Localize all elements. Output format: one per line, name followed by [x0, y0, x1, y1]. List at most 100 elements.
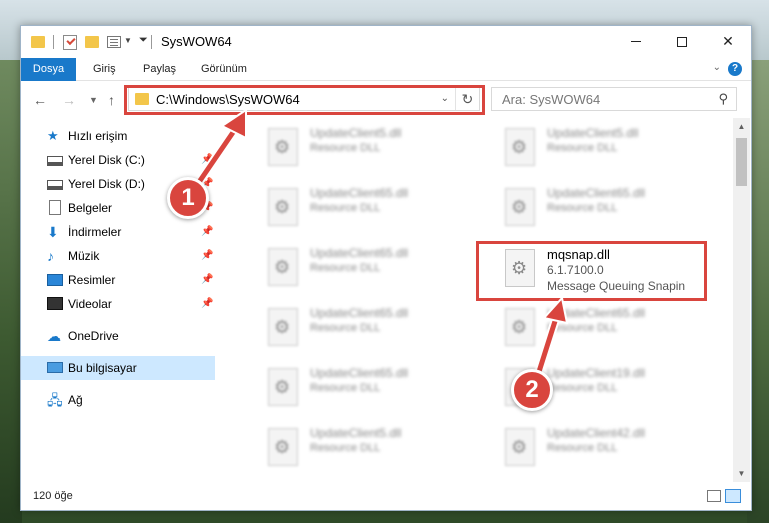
address-highlight-box: [124, 85, 485, 115]
file-tile[interactable]: UpdateClient42.dll Resource DLL: [505, 424, 735, 476]
scroll-down-arrow-icon[interactable]: ▼: [733, 465, 750, 482]
maximize-button[interactable]: [659, 26, 705, 57]
sidebar-item-label: OneDrive: [68, 329, 119, 343]
sidebar-item-videos[interactable]: Videolar 📌: [21, 292, 215, 316]
file-tile[interactable]: UpdateClient65.dll Resource DLL: [505, 184, 735, 236]
properties-check-icon[interactable]: [63, 35, 77, 50]
minimize-icon: [631, 41, 641, 42]
file-description: Resource DLL: [547, 202, 618, 214]
file-name: UpdateClient42.dll: [547, 426, 646, 440]
pictures-icon: [47, 274, 63, 286]
dll-file-icon: [268, 128, 298, 166]
file-name: UpdateClient19.dll: [547, 366, 646, 380]
pin-icon: 📌: [201, 226, 214, 237]
up-arrow-icon[interactable]: ↑: [108, 92, 115, 108]
search-input[interactable]: Ara: SysWOW64: [502, 92, 600, 107]
desktop-background-left: [0, 60, 22, 523]
title-bar: ▼ ⏷ SysWOW64 ✕: [21, 26, 751, 58]
file-description: Resource DLL: [547, 382, 618, 394]
maximize-icon: [677, 36, 687, 47]
download-icon: ⬇: [47, 224, 59, 240]
file-name: UpdateClient65.dll: [310, 246, 409, 260]
sidebar-item-onedrive[interactable]: ☁ OneDrive: [21, 324, 215, 348]
dll-file-icon: [505, 308, 535, 346]
back-arrow-icon[interactable]: ←: [33, 92, 47, 108]
recent-locations-dropdown-icon[interactable]: ▼: [89, 95, 98, 105]
item-count: 120 öğe: [33, 490, 73, 502]
file-tile[interactable]: UpdateClient65.dll Resource DLL: [505, 304, 735, 356]
music-icon: ♪: [47, 248, 54, 264]
file-name: UpdateClient65.dll: [547, 186, 646, 200]
details-view-icon[interactable]: [707, 490, 721, 502]
file-tile[interactable]: UpdateClient5.dll Resource DLL: [268, 424, 498, 476]
divider: [53, 35, 54, 49]
pin-icon: 📌: [201, 298, 214, 309]
file-tile[interactable]: UpdateClient65.dll Resource DLL: [268, 364, 498, 416]
help-icon[interactable]: ?: [728, 62, 742, 76]
file-description: Resource DLL: [310, 382, 381, 394]
customize-toolbar-icon[interactable]: ⏷: [139, 34, 148, 47]
close-button[interactable]: ✕: [705, 26, 751, 57]
file-name: UpdateClient65.dll: [547, 306, 646, 320]
sidebar-item-quick-access[interactable]: ★ Hızlı erişim: [21, 124, 215, 148]
pin-icon: 📌: [201, 154, 214, 165]
dll-file-icon: [268, 248, 298, 286]
sidebar-item-label: Bu bilgisayar: [68, 361, 137, 375]
dll-file-icon: [505, 188, 535, 226]
network-icon: 🖧: [47, 392, 63, 408]
computer-icon: [47, 362, 63, 373]
status-bar: 120 öğe: [21, 482, 751, 510]
file-highlight-box: [476, 241, 707, 301]
dll-file-icon: [268, 308, 298, 346]
file-name: UpdateClient5.dll: [547, 126, 639, 140]
sidebar-item-network[interactable]: 🖧 Ağ: [21, 388, 215, 412]
sidebar-item-label: Hızlı erişim: [68, 129, 128, 143]
sidebar-item-label: Yerel Disk (C:): [68, 153, 145, 167]
sidebar-item-music[interactable]: ♪ Müzik 📌: [21, 244, 215, 268]
quick-access-dropdown-icon[interactable]: ▼: [124, 36, 132, 45]
minimize-button[interactable]: [613, 26, 659, 57]
sidebar-item-label: Resimler: [68, 273, 116, 287]
file-name: UpdateClient65.dll: [310, 186, 409, 200]
sidebar-item-label: Yerel Disk (D:): [68, 177, 145, 191]
video-icon: [47, 297, 63, 310]
file-description: Resource DLL: [547, 442, 618, 454]
sidebar-item-downloads[interactable]: ⬇ İndirmeler 📌: [21, 220, 215, 244]
file-description: Resource DLL: [310, 322, 381, 334]
dll-file-icon: [268, 368, 298, 406]
expand-ribbon-icon[interactable]: ⌄: [713, 62, 721, 73]
tiles-view-icon[interactable]: [725, 489, 741, 503]
step-1-badge: 1: [167, 177, 209, 219]
file-name: UpdateClient65.dll: [310, 306, 409, 320]
dll-file-icon: [268, 428, 298, 466]
file-tile[interactable]: UpdateClient65.dll Resource DLL: [268, 304, 498, 356]
search-icon[interactable]: ⚲: [718, 91, 728, 107]
tab-view[interactable]: Görünüm: [187, 58, 261, 81]
new-folder-icon[interactable]: [85, 36, 99, 48]
scrollbar-thumb[interactable]: [736, 138, 747, 186]
drive-icon: [47, 156, 63, 166]
scroll-up-arrow-icon[interactable]: ▲: [733, 118, 750, 135]
tab-file[interactable]: Dosya: [21, 58, 76, 81]
file-tile[interactable]: UpdateClient5.dll Resource DLL: [268, 124, 498, 176]
file-name: UpdateClient65.dll: [310, 366, 409, 380]
file-tile[interactable]: UpdateClient65.dll Resource DLL: [268, 244, 498, 296]
sidebar-item-pictures[interactable]: Resimler 📌: [21, 268, 215, 292]
sidebar-item-this-pc[interactable]: Bu bilgisayar: [21, 356, 215, 380]
forward-arrow-icon[interactable]: →: [62, 92, 76, 108]
sidebar-item-label: Ağ: [68, 393, 83, 407]
tab-share[interactable]: Paylaş: [129, 58, 190, 81]
pin-icon: 📌: [201, 250, 214, 261]
file-tile[interactable]: UpdateClient65.dll Resource DLL: [268, 184, 498, 236]
dll-file-icon: [505, 128, 535, 166]
ribbon-tabs: Dosya Giriş Paylaş Görünüm ⌄ ?: [21, 58, 751, 81]
quick-access-properties-icon[interactable]: [107, 36, 121, 48]
pin-icon: 📌: [201, 274, 214, 285]
file-tile[interactable]: UpdateClient5.dll Resource DLL: [505, 124, 735, 176]
file-name: UpdateClient5.dll: [310, 126, 402, 140]
sidebar-item-label: Müzik: [68, 249, 100, 263]
search-box[interactable]: Ara: SysWOW64 ⚲: [491, 87, 737, 111]
vertical-scrollbar[interactable]: ▲ ▼: [733, 118, 750, 482]
tab-home[interactable]: Giriş: [79, 58, 130, 81]
sidebar-item-local-disk-c[interactable]: Yerel Disk (C:) 📌: [21, 148, 215, 172]
